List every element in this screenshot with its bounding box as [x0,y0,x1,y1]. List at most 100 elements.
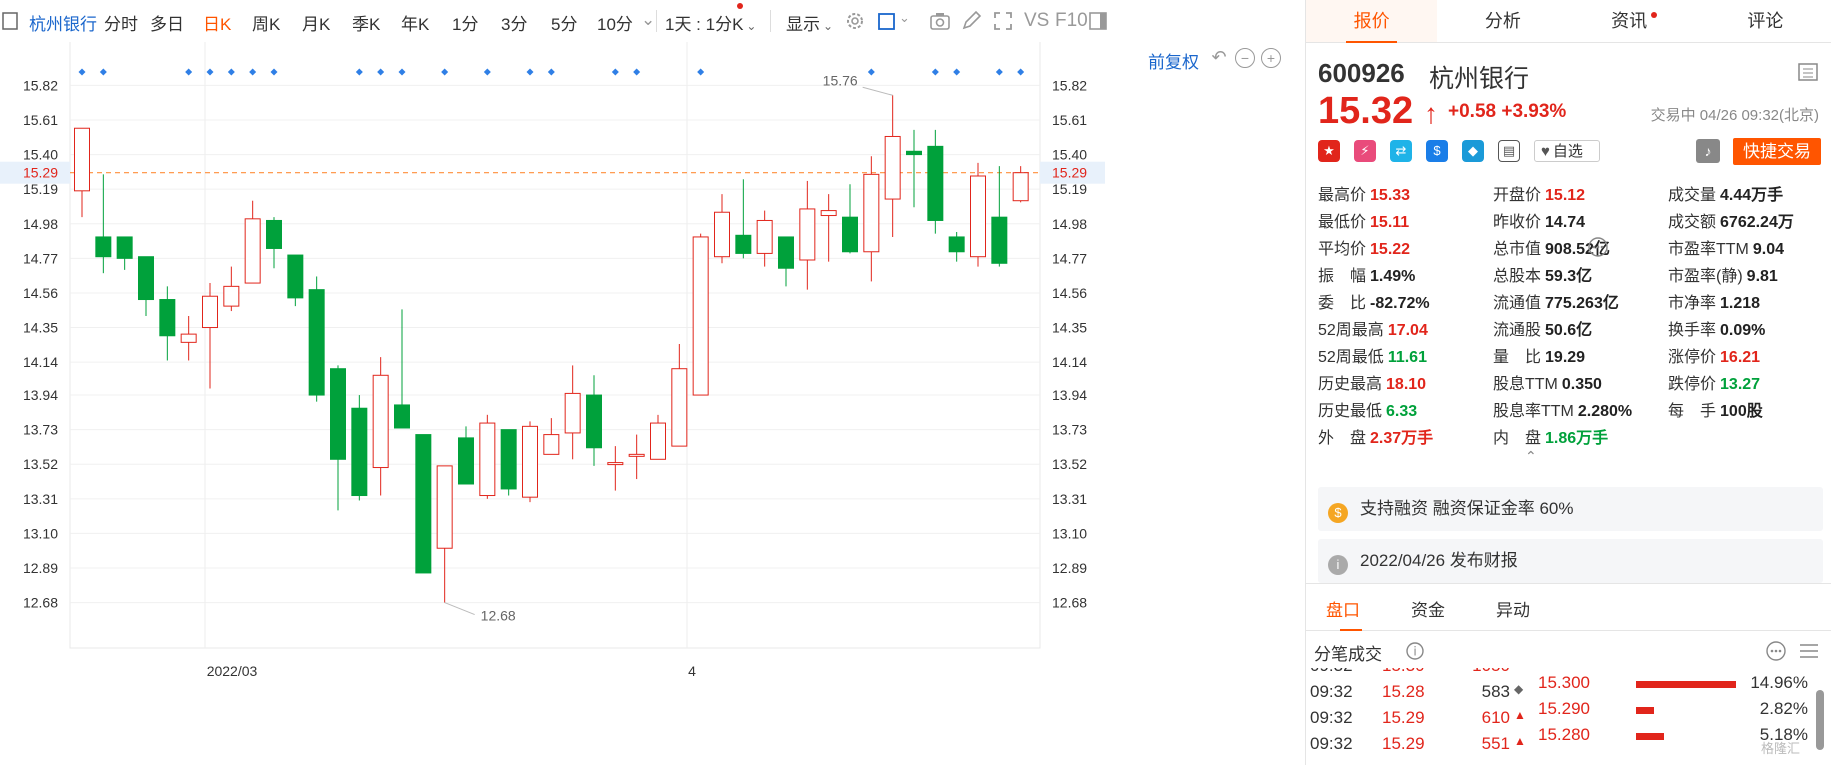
event-marker-icon[interactable] [526,68,534,76]
candle[interactable] [479,414,496,499]
event-marker-icon[interactable] [867,68,875,76]
period-tab-quarterly[interactable]: 季K [352,10,380,35]
chevron-down-icon[interactable]: ⌄ [641,10,655,30]
period-tab-weekly[interactable]: 周K [252,10,280,35]
candle[interactable] [692,233,709,396]
candle[interactable] [799,180,816,290]
period-tab-intraday[interactable]: 分时 [104,10,138,35]
display-menu[interactable]: 显示 ⌄ [786,10,833,35]
range-select[interactable]: 1天 : 1分K ⌄ [665,10,756,35]
candle[interactable] [650,414,666,460]
earnings-date-banner[interactable]: i 2022/04/26 发布财报 [1318,539,1823,583]
more-options-icon[interactable] [1765,640,1787,662]
candle[interactable] [842,184,858,254]
event-marker-icon[interactable] [78,68,86,76]
candle[interactable] [948,232,965,262]
candle[interactable] [266,217,282,269]
candle[interactable] [287,254,304,307]
candle[interactable] [991,166,1008,267]
period-tab-1min[interactable]: 1分 [452,10,478,35]
event-marker-icon[interactable] [377,68,385,76]
period-tab-10min[interactable]: 10分 [597,10,633,35]
candle[interactable] [671,344,688,447]
candle[interactable] [415,434,432,574]
event-marker-icon[interactable] [398,68,406,76]
financing-icon[interactable]: $ [1426,140,1448,162]
margin-info-banner[interactable]: $ 支持融资 融资保证金率 60% [1318,487,1823,531]
period-tab-5min[interactable]: 5分 [551,10,577,35]
event-marker-icon[interactable] [953,68,961,76]
event-marker-icon[interactable] [249,68,257,76]
candle[interactable] [180,316,197,361]
event-marker-icon[interactable] [633,68,641,76]
tick-trades-list[interactable]: 09:32 15.30 1050 ▲ 09:32 15.28 583 ◆ 09:32 15.29 6… [1306,668,1831,765]
candle[interactable] [159,286,176,361]
candle[interactable] [138,256,154,316]
period-tab-multiday[interactable]: 多日 [150,10,184,35]
candle[interactable] [586,375,602,466]
tab-news[interactable]: 资讯 [1569,0,1700,42]
event-marker-icon[interactable] [270,68,278,76]
candle[interactable] [330,365,346,511]
info-icon[interactable]: i [1405,641,1425,661]
sidebar-toggle-icon[interactable] [2,12,18,30]
candle[interactable] [1012,166,1029,203]
candle[interactable] [714,194,730,264]
candle[interactable] [607,446,624,491]
candle[interactable] [458,426,474,485]
report-icon[interactable]: ▤ [1498,140,1520,162]
candle[interactable] [927,129,944,234]
candle[interactable] [372,357,389,496]
tab-quote[interactable]: 报价 [1306,0,1438,43]
tab-movement[interactable]: 异动 [1496,596,1530,621]
period-tab-3min[interactable]: 3分 [501,10,527,35]
candle[interactable] [116,236,133,270]
candle[interactable] [351,395,368,501]
period-tab-daily[interactable]: 日K [203,10,231,35]
quick-trade-button[interactable]: 快捷交易 [1733,138,1821,165]
event-marker-icon[interactable] [611,68,619,76]
tab-capital[interactable]: 资金 [1411,596,1445,621]
candle[interactable] [628,434,645,480]
add-watchlist-button[interactable]: ♥ 自选 [1534,140,1600,162]
candle[interactable] [500,429,517,496]
candle[interactable] [543,418,560,455]
vs-compare-button[interactable]: VS [1024,10,1049,32]
event-marker-icon[interactable] [185,68,193,76]
tab-orderbook[interactable]: 盘口 [1326,596,1360,621]
candle[interactable] [244,200,261,284]
f10-button[interactable]: F10 [1055,10,1088,32]
hot-stock-icon[interactable]: ⚡ [1354,140,1376,162]
candlestick-chart[interactable]: 15.82 15.82 15.61 15.61 15.40 15.40 15.19 15.19… [0,42,1305,765]
candle[interactable] [564,365,581,460]
color-box-icon[interactable] [875,9,899,33]
candle[interactable] [74,127,90,218]
event-marker-icon[interactable] [99,68,107,76]
candle[interactable] [863,156,880,282]
fullscreen-icon[interactable] [991,9,1015,33]
tab-comments[interactable]: 评论 [1700,0,1831,42]
candle[interactable] [820,194,837,262]
tab-analysis[interactable]: 分析 [1437,0,1568,42]
period-tab-yearly[interactable]: 年K [401,10,429,35]
pencil-icon[interactable] [959,9,983,33]
expand-chevron-icon[interactable]: ⌃ [1525,448,1537,465]
menu-list-icon[interactable] [1797,62,1819,82]
event-marker-icon[interactable] [483,68,491,76]
period-tab-monthly[interactable]: 月K [302,10,330,35]
candle[interactable] [522,421,538,503]
candle[interactable] [906,129,922,208]
candle[interactable] [884,95,901,237]
camera-icon[interactable] [928,9,952,33]
tag-icon[interactable]: ◆ [1462,140,1484,162]
event-marker-icon[interactable] [1017,68,1025,76]
event-marker-icon[interactable] [995,68,1003,76]
settings-gear-icon[interactable] [843,9,867,33]
candle[interactable] [778,236,794,287]
scrollbar-thumb[interactable] [1816,690,1824,750]
event-marker-icon[interactable] [931,68,939,76]
candle[interactable] [735,179,752,259]
event-marker-icon[interactable] [355,68,363,76]
event-marker-icon[interactable] [206,68,214,76]
event-marker-icon[interactable] [547,68,555,76]
